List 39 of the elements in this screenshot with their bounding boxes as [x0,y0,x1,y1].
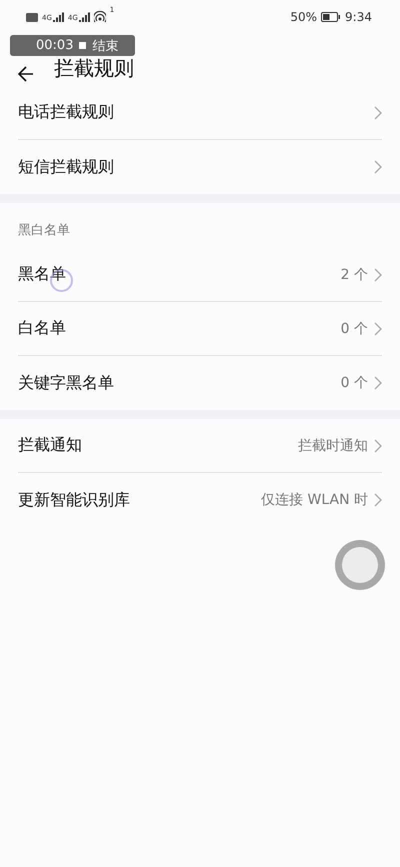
row-label: 关键字黑名单 [18,372,114,394]
battery-percent: 50% [290,10,318,24]
back-icon[interactable] [18,66,34,82]
chevron-right-icon [374,268,382,282]
settings-row[interactable]: 白名单 0 个 [18,302,382,356]
chevron-right-icon [374,322,382,336]
hotspot-icon [94,11,106,23]
stop-icon [79,42,86,49]
stop-label: 结束 [92,38,118,54]
settings-row[interactable]: 关键字黑名单 0 个 [18,356,382,410]
chevron-right-icon [374,438,382,452]
row-value: 0 个 [340,320,368,338]
settings-row[interactable]: 更新智能识别库 仅连接 WLAN 时 [18,473,382,527]
settings-row[interactable]: 电话拦截规则 [18,86,382,140]
row-label: 电话拦截规则 [18,102,114,123]
row-label: 拦截通知 [18,435,82,456]
row-value: 2 个 [340,266,368,284]
row-label: 更新智能识别库 [18,490,130,510]
signal-icon [78,12,90,22]
battery-icon [321,12,342,22]
settings-row[interactable]: 黑名单 2 个 [18,248,382,302]
clock: 9:34 [345,10,372,24]
row-value: 拦截时通知 [298,436,368,454]
settings-row[interactable]: 拦截通知 拦截时通知 [18,419,382,473]
row-value: 仅连接 WLAN 时 [261,491,368,509]
chevron-right-icon [374,160,382,174]
row-label: 白名单 [18,318,66,339]
recording-time: 00:03 [36,38,74,53]
settings-row[interactable]: 短信拦截规则 [18,140,382,194]
row-label: 短信拦截规则 [18,156,114,178]
section-heading: 黑白名单 [17,222,71,240]
signal-icon [52,12,64,22]
row-label: 黑名单 [18,264,66,285]
chevron-right-icon [374,493,382,507]
recording-toast[interactable]: 00:03 结束 [10,35,135,56]
chevron-right-icon [374,106,382,120]
chevron-right-icon [374,376,382,390]
row-value: 0 个 [340,374,368,392]
page-title: 拦截规则 [54,55,134,82]
